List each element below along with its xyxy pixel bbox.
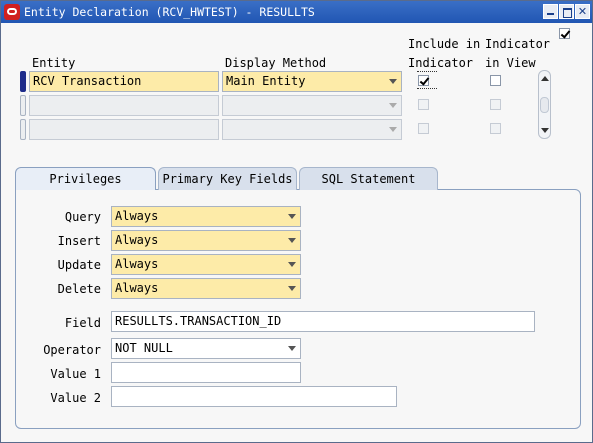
minimize-button[interactable] [543, 4, 558, 19]
indicator-in-view-header-line2: in View [485, 56, 536, 70]
operator-select[interactable]: NOT NULL [111, 338, 301, 359]
include-in-indicator-header-line2: Indicator [408, 56, 474, 70]
value-1-input[interactable] [111, 362, 301, 383]
chevron-down-icon [389, 127, 397, 132]
indicator-in-view-checkbox-row-3[interactable] [490, 123, 501, 134]
insert-select[interactable]: Always [111, 230, 301, 251]
value-2-input[interactable] [111, 386, 397, 407]
row-1-marker[interactable] [20, 71, 26, 92]
focus-indicator-bottom [417, 88, 437, 89]
scroll-up-arrow-icon[interactable] [541, 76, 549, 81]
query-value: Always [115, 209, 159, 223]
update-label: Update [57, 258, 101, 272]
tab-primary-key-fields[interactable]: Primary Key Fields [158, 167, 297, 190]
entity-field-row-1[interactable]: RCV Transaction [29, 71, 219, 92]
chevron-down-icon [288, 286, 296, 291]
value-1-label: Value 1 [50, 367, 101, 381]
query-label: Query [64, 210, 101, 224]
display-method-column-header: Display Method [225, 56, 327, 70]
delete-label: Delete [57, 282, 101, 296]
operator-label: Operator [43, 343, 101, 357]
focus-indicator-top [417, 71, 437, 72]
scroll-down-arrow-icon[interactable] [541, 128, 549, 133]
update-select[interactable]: Always [111, 254, 301, 275]
row-2-marker[interactable] [20, 95, 26, 116]
field-input[interactable]: RESULLTS.TRANSACTION_ID [111, 311, 535, 332]
delete-select[interactable]: Always [111, 278, 301, 299]
display-method-select-row-3[interactable] [222, 119, 402, 140]
query-select[interactable]: Always [111, 206, 301, 227]
chevron-down-icon [389, 79, 397, 84]
insert-label: Insert [57, 234, 101, 248]
display-method-select-row-2[interactable] [222, 95, 402, 116]
indicator-in-view-checkbox-row-2[interactable] [490, 99, 501, 110]
chevron-down-icon [288, 262, 296, 267]
entity-column-header: Entity [32, 56, 76, 70]
entity-declaration-window: Entity Declaration (RCV_HWTEST) - RESULL… [0, 0, 593, 443]
tab-privileges[interactable]: Privileges [15, 167, 156, 190]
header-checkbox[interactable] [559, 28, 570, 39]
indicator-in-view-checkbox-row-1[interactable] [490, 75, 501, 86]
display-method-select-row-1[interactable]: Main Entity [222, 71, 402, 92]
tab-sql-statement[interactable]: SQL Statement [299, 167, 438, 190]
oracle-app-icon [4, 4, 20, 20]
close-button[interactable]: ✕ [575, 4, 590, 19]
include-in-indicator-header-line1: Include in [408, 37, 481, 51]
chevron-down-icon [389, 103, 397, 108]
delete-value: Always [115, 281, 159, 295]
value-2-label: Value 2 [50, 391, 101, 405]
include-in-indicator-checkbox-row-1[interactable] [418, 75, 429, 86]
operator-value: NOT NULL [115, 341, 173, 355]
chevron-down-icon [288, 238, 296, 243]
field-label: Field [64, 316, 101, 330]
grid-scrollbar[interactable] [538, 70, 551, 139]
indicator-in-view-header-line1: Indicator [485, 37, 551, 51]
scroll-thumb[interactable] [540, 97, 549, 113]
include-in-indicator-checkbox-row-3[interactable] [418, 123, 429, 134]
include-in-indicator-checkbox-row-2[interactable] [418, 99, 429, 110]
update-value: Always [115, 257, 159, 271]
insert-value: Always [115, 233, 159, 247]
entity-field-row-3[interactable] [29, 119, 219, 140]
chevron-down-icon [288, 346, 296, 351]
maximize-button[interactable] [559, 4, 574, 19]
window-title: Entity Declaration (RCV_HWTEST) - RESULL… [24, 5, 315, 19]
display-method-value-row-1: Main Entity [226, 74, 306, 88]
entity-field-row-2[interactable] [29, 95, 219, 116]
title-bar: Entity Declaration (RCV_HWTEST) - RESULL… [1, 1, 592, 23]
chevron-down-icon [288, 214, 296, 219]
row-3-marker[interactable] [20, 119, 26, 140]
